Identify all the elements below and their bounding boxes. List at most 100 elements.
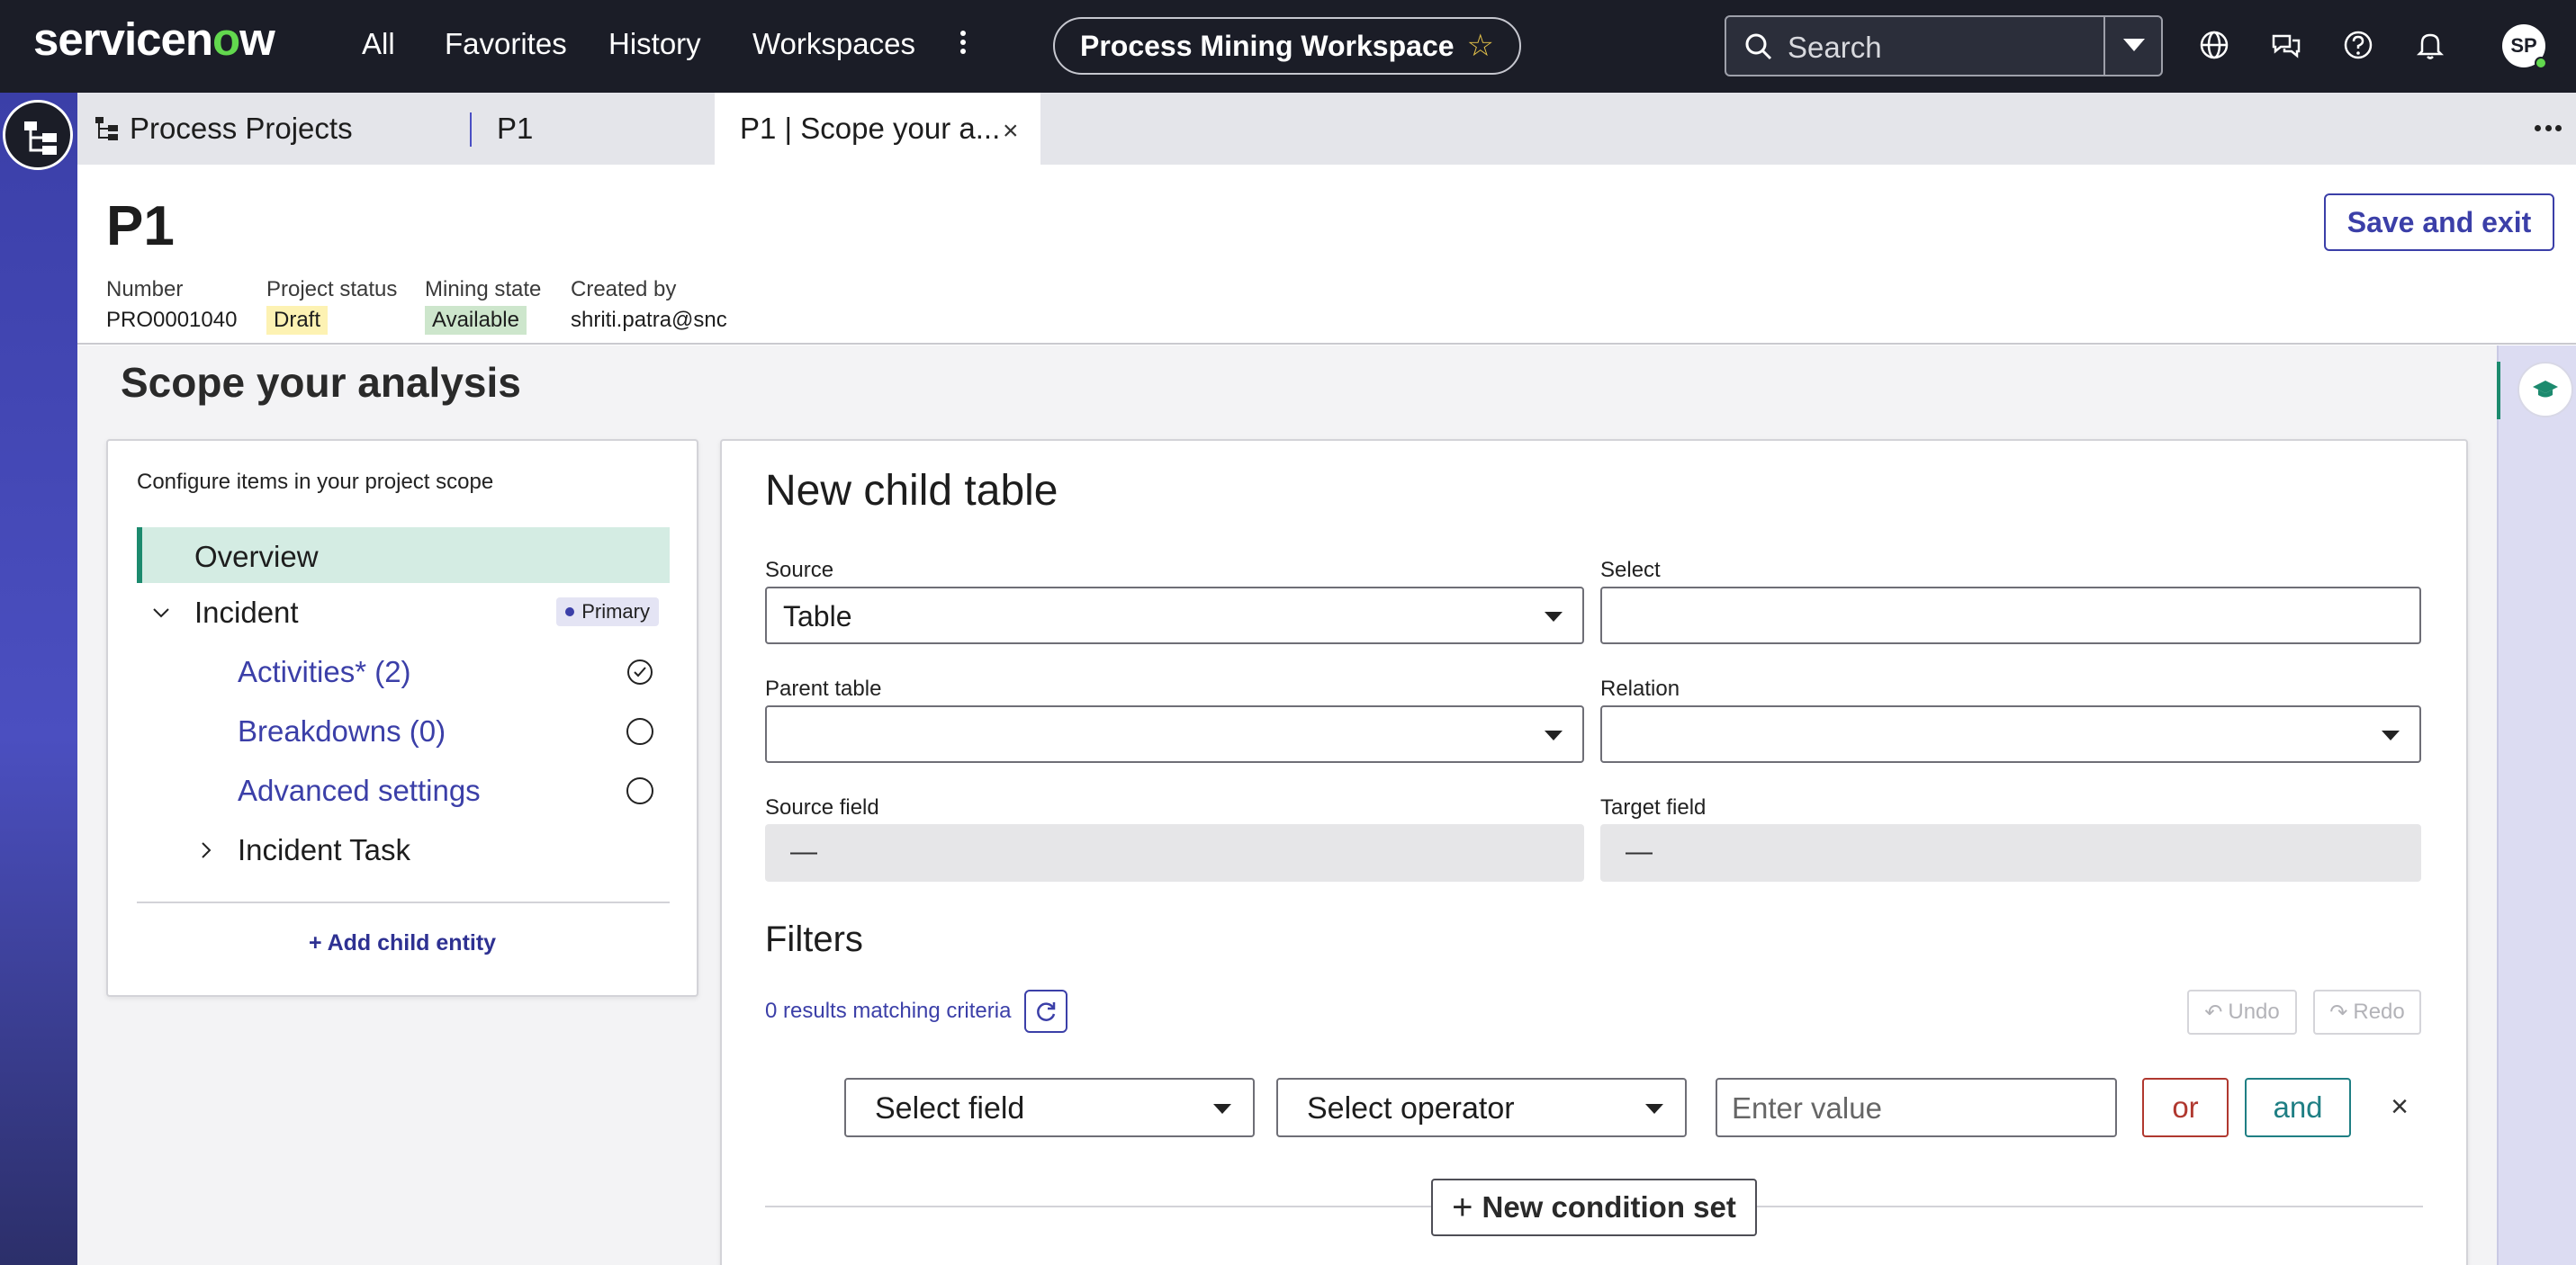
- page-title: Scope your analysis: [121, 359, 521, 406]
- primary-badge: Primary: [556, 597, 659, 626]
- parent-table-label: Parent table: [765, 677, 882, 701]
- or-button[interactable]: or: [2142, 1078, 2229, 1137]
- more-tabs-icon[interactable]: [2535, 125, 2562, 134]
- nav-favorites[interactable]: Favorites: [445, 27, 567, 61]
- source-select[interactable]: Table: [765, 587, 1584, 644]
- remove-condition-icon[interactable]: ×: [2380, 1087, 2419, 1126]
- tab-process-projects[interactable]: Process Projects: [94, 93, 436, 165]
- save-and-exit-button[interactable]: Save and exit: [2324, 193, 2554, 251]
- online-status-dot: [2535, 57, 2547, 69]
- scope-item-incident-task[interactable]: Incident Task: [137, 822, 670, 878]
- undo-label: Undo: [2228, 1000, 2280, 1024]
- relation-select[interactable]: [1600, 705, 2421, 763]
- source-value: Table: [783, 600, 852, 632]
- redo-button[interactable]: ↷ Redo: [2313, 990, 2421, 1035]
- form-title: New child table: [765, 467, 1058, 515]
- scope-item-activities[interactable]: Activities* (2): [137, 644, 670, 700]
- meta-project-status: Project status Draft: [266, 277, 397, 335]
- left-rail: [0, 93, 77, 1265]
- star-icon[interactable]: ☆: [1467, 28, 1494, 64]
- condition-operator-select[interactable]: Select operator: [1276, 1078, 1687, 1137]
- tab-scope-analysis[interactable]: P1 | Scope your a... ×: [715, 93, 1040, 165]
- help-icon[interactable]: [2340, 27, 2376, 63]
- status-badge: Draft: [266, 306, 329, 335]
- undo-button[interactable]: ↶ Undo: [2187, 990, 2297, 1035]
- nav-history[interactable]: History: [608, 27, 701, 61]
- caret-down-icon: [2382, 731, 2400, 740]
- nav-workspaces[interactable]: Workspaces: [752, 27, 915, 61]
- workspace-name: Process Mining Workspace: [1079, 29, 1455, 62]
- search-input[interactable]: Search: [1788, 31, 1882, 65]
- record-header: P1 Number PRO0001040 Project status Draf…: [77, 165, 2576, 345]
- main-content: Scope your analysis Configure items in y…: [77, 345, 2497, 1265]
- meta-label: Number: [106, 277, 184, 301]
- scope-item-advanced-settings[interactable]: Advanced settings: [137, 763, 670, 819]
- add-child-label: Add child entity: [327, 930, 497, 955]
- condition-field-select[interactable]: Select field: [844, 1078, 1255, 1137]
- caret-down-icon: [1545, 731, 1563, 740]
- target-field-value: —: [1626, 837, 1653, 866]
- hierarchy-icon: [95, 117, 118, 140]
- source-field-value: —: [790, 837, 817, 866]
- results-count-link[interactable]: 0 results matching criteria: [765, 999, 1011, 1024]
- plus-icon: +: [308, 930, 328, 955]
- new-condition-set-button[interactable]: + New condition set: [1431, 1179, 1757, 1236]
- chat-icon[interactable]: [2268, 27, 2304, 63]
- target-field-readonly: —: [1600, 824, 2421, 882]
- close-icon[interactable]: ×: [1003, 116, 1019, 147]
- servicenow-logo[interactable]: servicenow: [33, 13, 275, 66]
- refresh-button[interactable]: [1024, 990, 1067, 1033]
- empty-circle-icon: [626, 718, 653, 745]
- field-placeholder: Select field: [875, 1091, 1025, 1126]
- user-avatar[interactable]: SP: [2502, 24, 2547, 69]
- scope-item-incident[interactable]: Incident Primary: [137, 585, 670, 641]
- top-navigation-bar: servicenow All Favorites History Workspa…: [0, 0, 2576, 93]
- meta-value: shriti.patra@snc: [571, 308, 727, 332]
- relation-label: Relation: [1600, 677, 1680, 701]
- nav-more-icon[interactable]: [954, 27, 972, 63]
- scope-item-label[interactable]: Breakdowns (0): [238, 714, 446, 749]
- operator-placeholder: Select operator: [1307, 1091, 1515, 1126]
- redo-icon: ↷: [2329, 1000, 2348, 1025]
- workspace-tabs: Process Projects P1 × P1 | Scope your a.…: [77, 93, 2576, 165]
- caret-down-icon: [1645, 1104, 1663, 1114]
- chevron-right-icon[interactable]: [196, 840, 216, 860]
- condition-value-input[interactable]: Enter value: [1716, 1078, 2117, 1137]
- empty-circle-icon: [626, 777, 653, 804]
- filters-heading: Filters: [765, 920, 863, 959]
- divider: [137, 902, 670, 903]
- meta-label: Mining state: [425, 277, 542, 301]
- primary-badge-label: Primary: [581, 600, 650, 623]
- tab-label: P1 | Scope your a...: [740, 112, 1001, 145]
- undo-icon: ↶: [2204, 1000, 2223, 1025]
- record-title: P1: [106, 195, 175, 257]
- scope-item-label: Incident Task: [238, 833, 411, 866]
- process-tree-button[interactable]: [3, 100, 73, 170]
- scope-navigation-card: Configure items in your project scope Ov…: [106, 439, 698, 997]
- scope-item-breakdowns[interactable]: Breakdowns (0): [137, 704, 670, 759]
- and-button[interactable]: and: [2245, 1078, 2351, 1137]
- scope-item-label[interactable]: Advanced settings: [238, 774, 481, 808]
- workspace-pill[interactable]: Process Mining Workspace ☆: [1053, 17, 1521, 75]
- source-label: Source: [765, 558, 834, 582]
- scope-item-label: Incident: [194, 596, 299, 629]
- globe-icon[interactable]: [2196, 27, 2232, 63]
- bell-icon[interactable]: [2412, 27, 2448, 63]
- chevron-down-icon[interactable]: [151, 603, 171, 623]
- new-child-table-card: New child table Source Table Select Pare…: [720, 439, 2468, 1265]
- meta-label: Project status: [266, 277, 398, 301]
- nav-all[interactable]: All: [362, 27, 395, 61]
- add-child-entity-button[interactable]: + Add child entity: [108, 930, 697, 956]
- learning-button[interactable]: [2517, 362, 2573, 417]
- scope-item-label: Overview: [194, 540, 319, 573]
- scope-item-overview[interactable]: Overview: [137, 527, 670, 583]
- search-scope-dropdown[interactable]: [2103, 17, 2161, 75]
- select-input[interactable]: [1600, 587, 2421, 644]
- search-icon: [1745, 33, 1772, 60]
- hierarchy-icon: [24, 121, 57, 155]
- scope-item-label[interactable]: Activities* (2): [238, 655, 411, 689]
- parent-table-select[interactable]: [765, 705, 1584, 763]
- right-contextual-rail: [2497, 345, 2576, 1265]
- meta-number: Number PRO0001040: [106, 277, 237, 333]
- global-search[interactable]: Search: [1725, 15, 2163, 76]
